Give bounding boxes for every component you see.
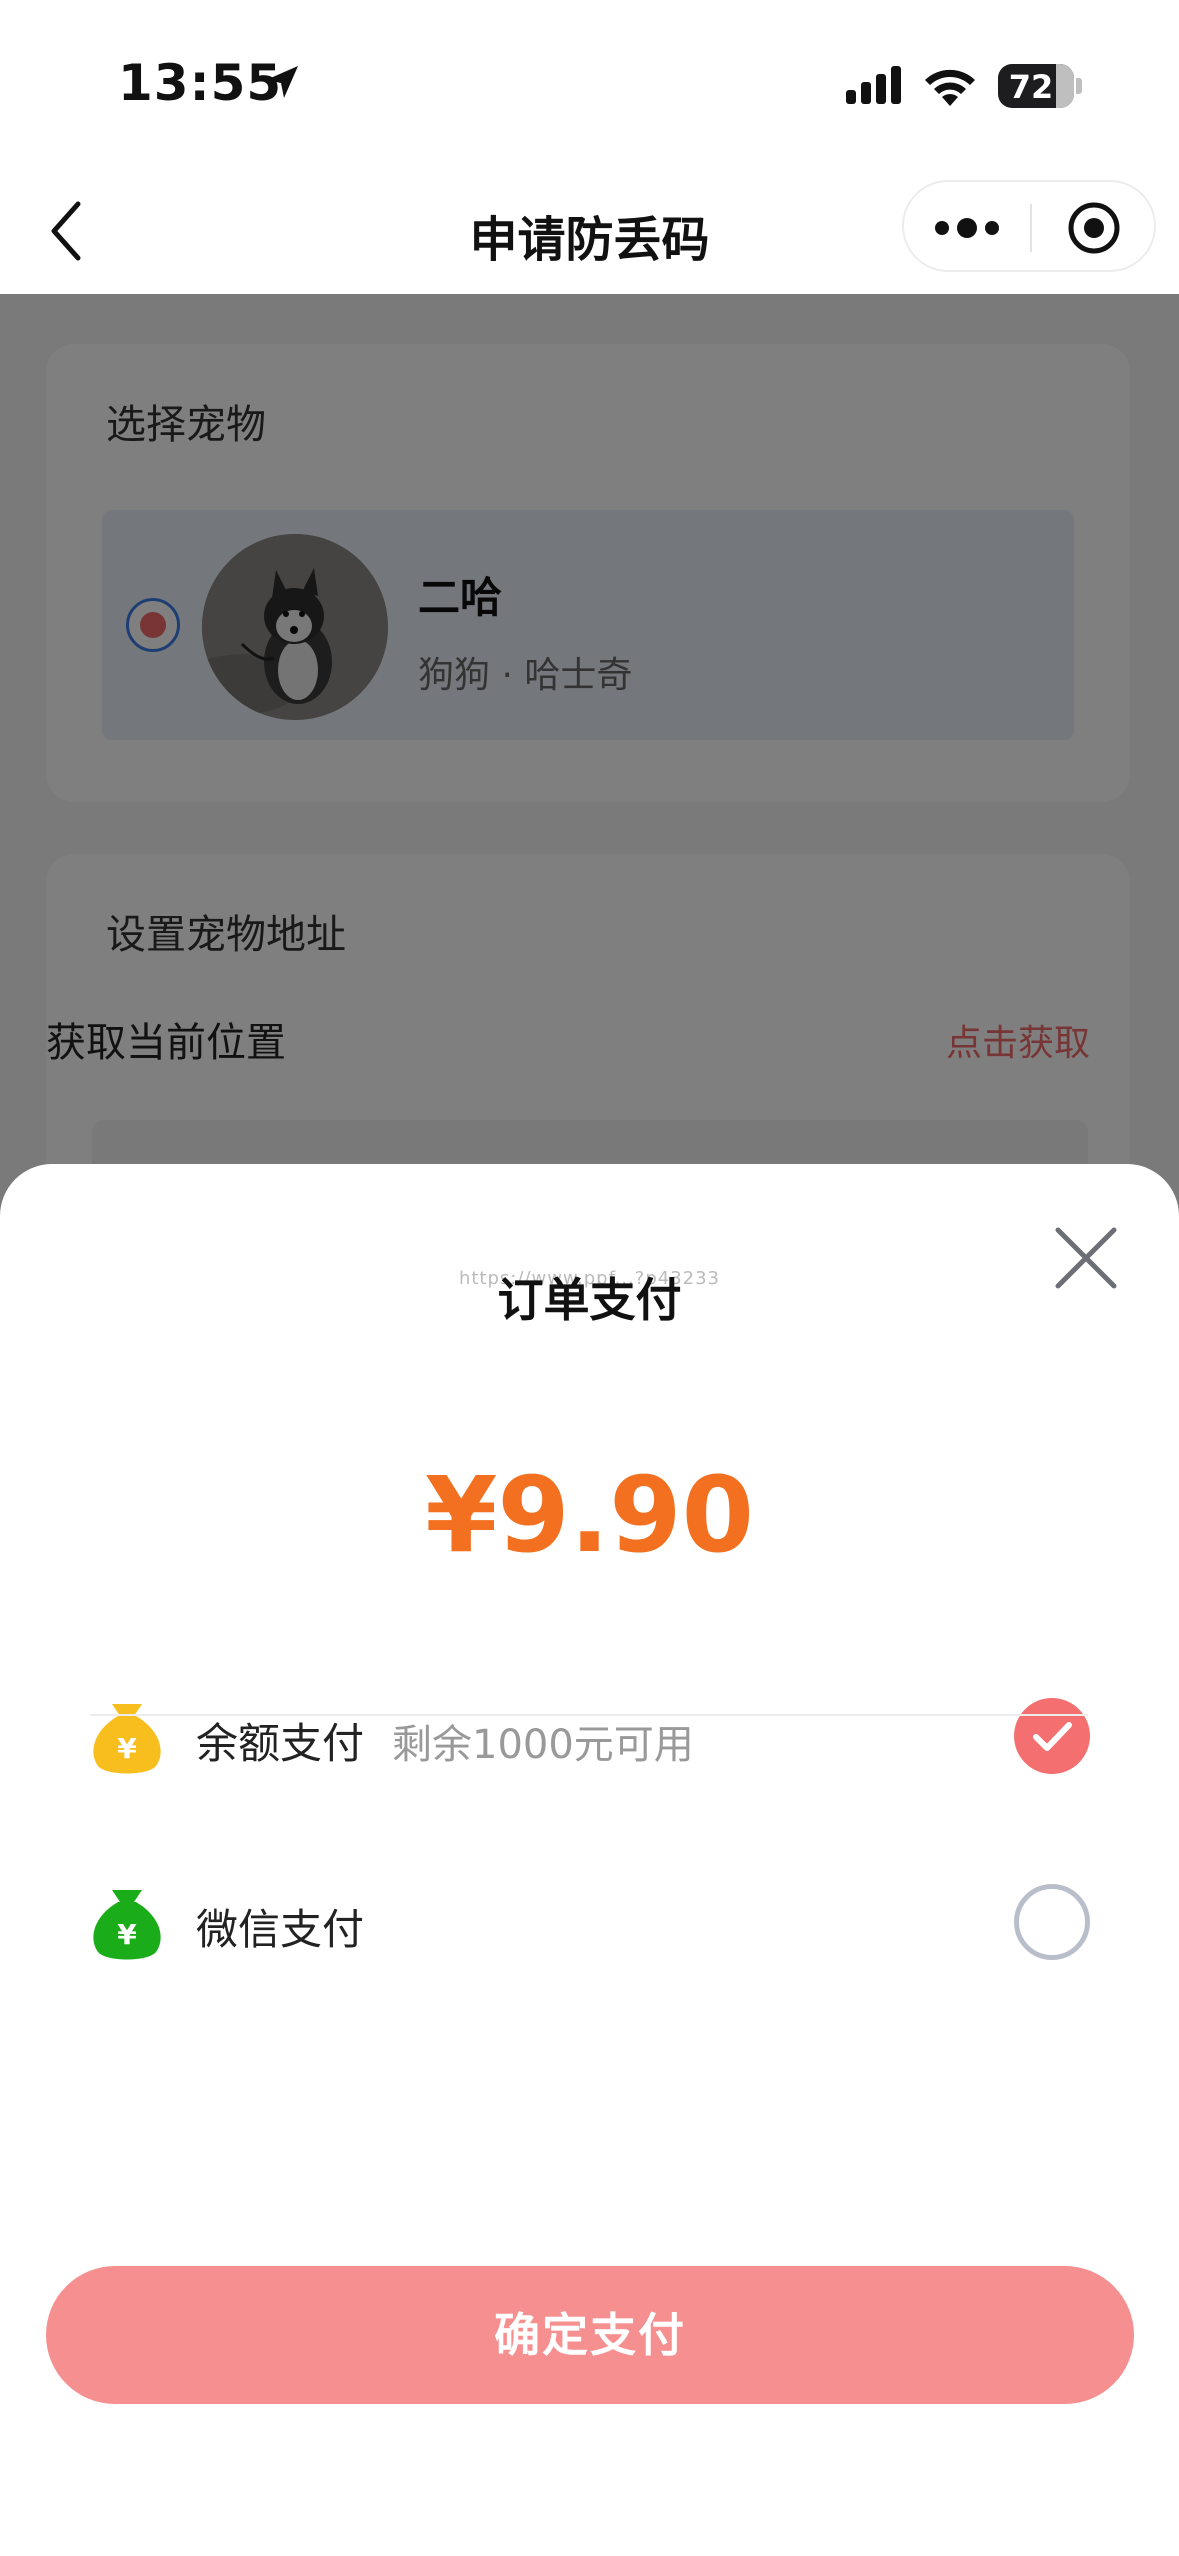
svg-text:¥: ¥: [117, 1918, 137, 1951]
payment-sheet: https://www.ppf...?p43233 订单支付 ¥9.90 ¥ 余…: [0, 1164, 1179, 2556]
mini-program-capsule: [902, 180, 1156, 272]
payment-sheet-title: 订单支付: [497, 1273, 682, 1327]
svg-text:¥: ¥: [117, 1732, 137, 1765]
wechat-pay-label: 微信支付: [196, 1905, 365, 1954]
balance-pay-option[interactable]: ¥ 余额支付 剩余1000元可用: [90, 1660, 1090, 1810]
status-bar: 13:55 72: [0, 0, 1179, 170]
payment-divider: [90, 1714, 1088, 1716]
cellular-signal-icon: [846, 66, 901, 104]
wechat-unchecked-radio[interactable]: [1014, 1884, 1090, 1960]
balance-pay-label: 余额支付: [196, 1719, 365, 1768]
balance-available-text: 剩余1000元可用: [392, 1722, 694, 1768]
confirm-pay-button[interactable]: 确定支付: [46, 2266, 1134, 2404]
money-bag-green-icon: ¥: [93, 1890, 161, 1960]
location-arrow-icon: [266, 66, 298, 98]
battery-level: 72: [1008, 68, 1054, 106]
close-icon[interactable]: [1054, 1226, 1118, 1290]
wifi-icon: [925, 69, 975, 106]
status-time: 13:55: [118, 54, 283, 112]
more-icon[interactable]: [932, 210, 1002, 246]
balance-checked-icon[interactable]: [1014, 1698, 1090, 1774]
app-screen: 13:55 72 申请防丢码 https://www.ppf...?p43233…: [0, 0, 1179, 2556]
battery-icon: 72: [998, 64, 1074, 108]
money-bag-yellow-icon: ¥: [93, 1704, 161, 1774]
capsule-divider: [1030, 204, 1032, 252]
payment-amount: ¥9.90: [425, 1454, 754, 1576]
navigation-bar: 申请防丢码: [0, 170, 1179, 294]
battery-cap: [1076, 78, 1082, 94]
close-mini-program-icon[interactable]: [1066, 200, 1122, 256]
wechat-pay-option[interactable]: ¥ 微信支付: [90, 1846, 1090, 1996]
